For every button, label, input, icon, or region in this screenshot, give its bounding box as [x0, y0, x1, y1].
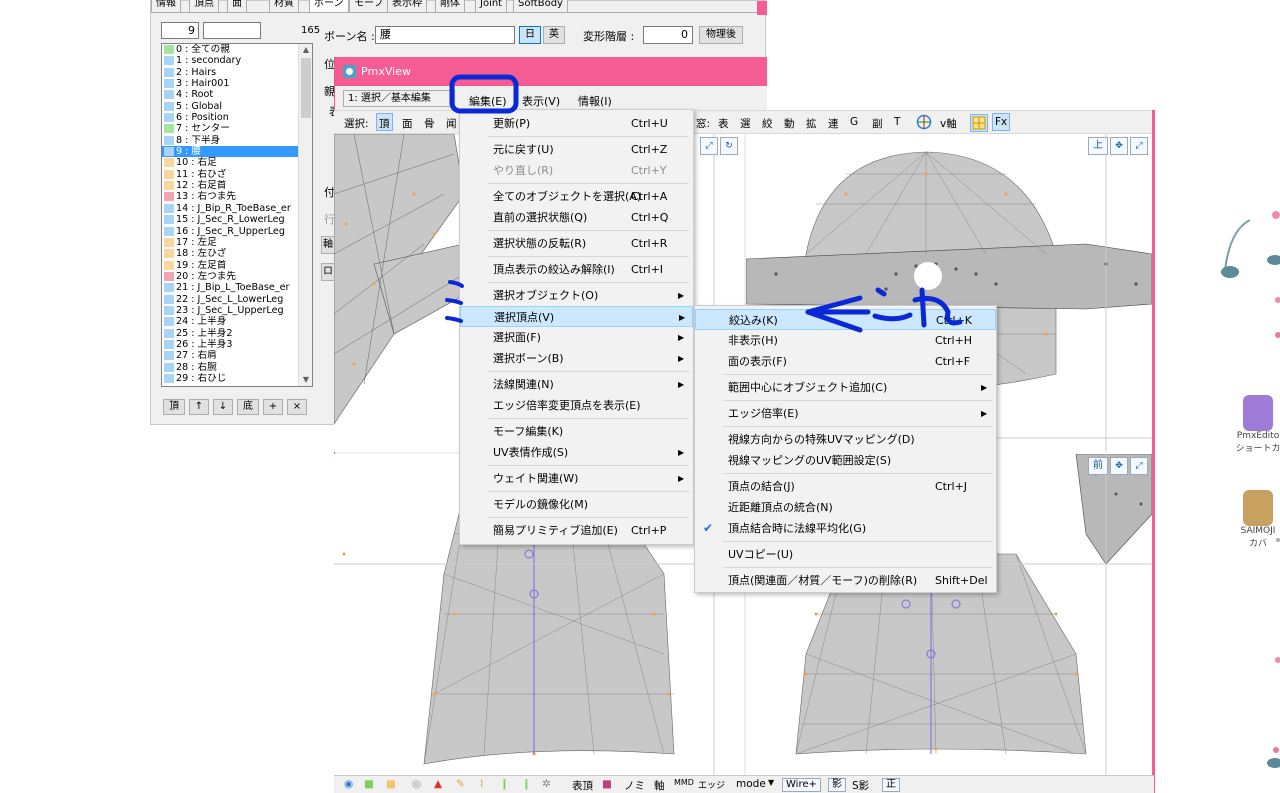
saimoji-icon: [1243, 490, 1273, 526]
annotation-mark: [445, 280, 464, 323]
desktop-icon-label: PmxEdito ショートカ: [1235, 431, 1280, 454]
annotation-box-edit: [449, 74, 519, 114]
annotation-layer: [445, 74, 963, 333]
annotation-re: [912, 287, 963, 328]
pmxeditor-icon: [1243, 395, 1273, 431]
desktop-icon-label: SAIMOJI カバ: [1240, 526, 1276, 549]
desktop-icon-pmxeditor[interactable]: PmxEdito ショートカ: [1232, 395, 1280, 454]
screen: 情報 頂点 面 材質 ボーン モーフ 表示枠 剛体 Joint SoftBody…: [0, 0, 1280, 793]
desktop-icon-saimoji[interactable]: SAIMOJI カバ: [1232, 490, 1280, 549]
annotation-ko: [872, 287, 913, 322]
desktop-decor: [1221, 211, 1280, 768]
